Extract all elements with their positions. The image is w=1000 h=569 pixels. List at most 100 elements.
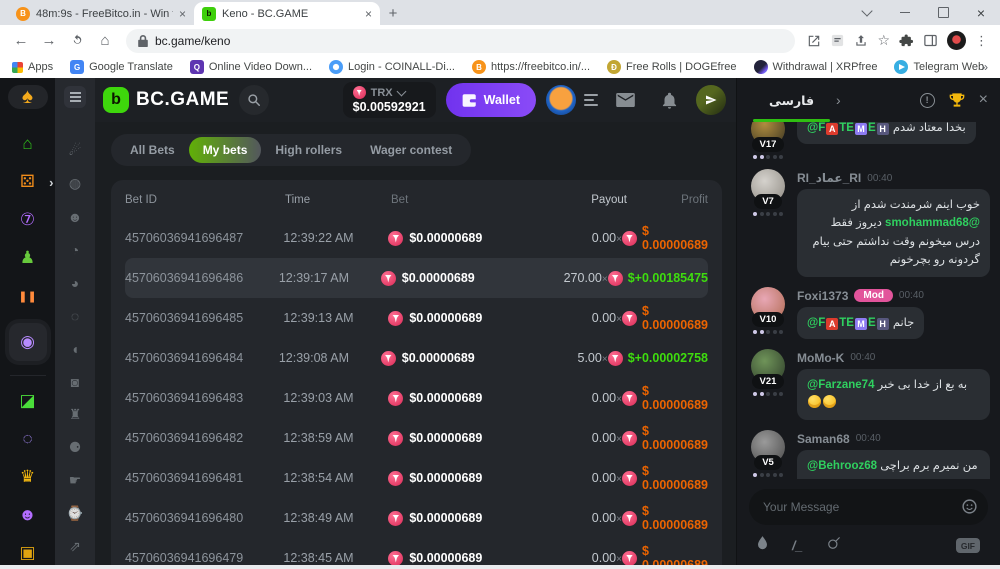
browser-tab[interactable]: B48m:9s - FreeBitco.in - Win free B× [8, 2, 194, 25]
forward-button[interactable]: → [36, 28, 62, 54]
reload-button[interactable] [64, 28, 90, 54]
chat-rules-info-icon[interactable]: ! [920, 93, 935, 108]
chat-close-icon[interactable]: × [979, 92, 988, 108]
bookmark-item[interactable]: Bhttps://freebitco.in/... [472, 60, 590, 74]
table-row[interactable]: 4570603694169648212:38:59 AM$0.000006890… [125, 418, 708, 458]
username-row[interactable]: MoMo-K00:40 [797, 351, 990, 365]
game-item-hand[interactable]: ☛ [69, 464, 82, 497]
sidebar-item-crown[interactable]: ♛ [8, 462, 48, 492]
game-item-smiley-dashed[interactable]: ◌ [71, 299, 79, 332]
browser-profile-avatar[interactable] [947, 31, 966, 50]
trophy-icon[interactable] [949, 92, 965, 108]
currency-selector[interactable]: TRX $0.00592921 [343, 82, 436, 118]
table-row[interactable]: 4570603694169648012:38:49 AM$0.000006890… [125, 498, 708, 538]
game-item-bomb[interactable]: ⚈ [69, 431, 82, 464]
user-avatar[interactable] [546, 85, 576, 115]
table-row[interactable]: 4570603694169648412:39:08 AM$0.000006895… [125, 338, 708, 378]
sidebar-item-monitor[interactable]: ▣ [8, 538, 48, 568]
address-bar[interactable]: bc.game/keno [126, 29, 795, 53]
game-item-drop[interactable]: ◕ [71, 266, 79, 299]
table-row[interactable]: 4570603694169647912:38:45 AM$0.000006890… [125, 538, 708, 565]
sidebar-item-ticket[interactable]: ◪ [8, 386, 48, 416]
window-chevron-button[interactable] [848, 0, 886, 25]
table-row[interactable]: 4570603694169648512:39:13 AM$0.000006890… [125, 298, 708, 338]
mention-link[interactable]: TE [839, 317, 854, 329]
game-item-egg[interactable]: ◖ [71, 332, 79, 365]
sidebar-item-lottery-cards[interactable]: ❚❚ [8, 281, 48, 311]
tab-close-icon[interactable]: × [365, 8, 372, 20]
table-row[interactable]: 4570603694169648112:38:54 AM$0.000006890… [125, 458, 708, 498]
chat-commands-icon[interactable]: /_ [792, 538, 803, 553]
game-item-comet[interactable]: ☄ [69, 134, 82, 167]
wallet-button[interactable]: Wallet [446, 83, 536, 117]
close-window-button[interactable]: × [962, 0, 1000, 25]
bookmark-item[interactable]: QOnline Video Down... [190, 60, 312, 74]
game-item-bird[interactable]: ◔ [71, 233, 79, 266]
table-row[interactable]: 4570603694169648712:39:22 AM$0.000006890… [125, 218, 708, 258]
tab-close-icon[interactable]: × [179, 8, 186, 20]
bookmark-item[interactable]: Login - COINALL-Di... [329, 60, 455, 74]
bookmark-item[interactable]: ÐFree Rolls | DOGEfree [607, 60, 736, 74]
sidebar-hamburger-icon[interactable] [64, 86, 86, 108]
sidebar-item-keno-target[interactable]: ◉ [9, 323, 47, 361]
browser-tab[interactable]: bKeno - BC.GAME× [194, 2, 380, 25]
search-button[interactable] [239, 85, 269, 115]
chat-toggle-button[interactable] [696, 85, 726, 115]
notifications-button[interactable] [652, 85, 686, 115]
bets-tab-all-bets[interactable]: All Bets [116, 137, 189, 163]
bookmarks-overflow-button[interactable]: » [981, 60, 988, 74]
gif-button[interactable]: GIF [956, 538, 980, 553]
username-row[interactable]: Saman6800:40 [797, 432, 990, 446]
spade-logo-icon[interactable]: ♠ [8, 85, 48, 109]
sidebar-item-slots-seven[interactable]: ⑦ [8, 205, 48, 235]
sidebar-item-player[interactable]: ♟ [8, 243, 48, 273]
side-panel-icon[interactable] [923, 33, 938, 48]
sidebar-item-dotted-ring[interactable]: ◌ [8, 424, 48, 454]
mention-link[interactable]: @Farzane74 [807, 379, 874, 391]
new-tab-button[interactable]: + [380, 5, 406, 22]
sidebar-item-masks[interactable]: ☻ [8, 500, 48, 530]
sidebar-item-casino-dice[interactable]: ⚄› [8, 167, 48, 197]
translate-icon[interactable] [830, 33, 845, 48]
table-row[interactable]: 4570603694169648312:39:03 AM$0.000006890… [125, 378, 708, 418]
back-button[interactable]: ← [8, 28, 34, 54]
chat-message-input[interactable] [749, 489, 988, 525]
emoji-picker-icon[interactable] [961, 498, 978, 520]
bookmark-item[interactable]: Withdrawal | XRPfree [754, 60, 878, 74]
bcgame-logo[interactable]: b BC.GAME [103, 87, 229, 113]
mention-link[interactable]: E [868, 122, 876, 134]
sidebar-item-home[interactable]: ⌂ [8, 129, 48, 159]
bets-tab-my-bets[interactable]: My bets [189, 137, 262, 163]
game-item-watch[interactable]: ⌚ [66, 497, 83, 530]
rain-drop-icon[interactable] [757, 536, 768, 555]
game-item-castle[interactable]: ♜ [69, 398, 82, 431]
mention-link[interactable]: @F [807, 122, 825, 134]
game-item-plinko-ball[interactable]: ◍ [69, 167, 81, 200]
account-menu-icon[interactable] [584, 94, 598, 106]
bookmark-item[interactable]: Apps [12, 61, 53, 73]
table-row[interactable]: 4570603694169648612:39:17 AM$0.000006892… [125, 258, 708, 298]
mention-link[interactable]: @smohammad68 [885, 217, 980, 229]
mention-link[interactable]: TE [839, 122, 854, 134]
share-icon[interactable] [854, 34, 868, 48]
home-button[interactable]: ⌂ [92, 28, 118, 54]
chevron-right-icon[interactable]: › [836, 92, 841, 108]
browser-menu-icon[interactable]: ⋮ [975, 33, 988, 49]
minimize-button[interactable] [886, 0, 924, 25]
mention-link[interactable]: E [868, 317, 876, 329]
restore-button[interactable] [924, 0, 962, 25]
game-item-yarn[interactable]: ◙ [71, 365, 79, 398]
mail-button[interactable] [608, 85, 642, 115]
chat-language-tab[interactable]: فارسی [749, 78, 834, 122]
bets-tab-high-rollers[interactable]: High rollers [261, 137, 356, 163]
open-in-new-icon[interactable] [807, 34, 821, 48]
bookmark-item[interactable]: GGoogle Translate [70, 60, 173, 74]
extensions-puzzle-icon[interactable] [899, 33, 914, 48]
mention-link[interactable]: @Behrooz68 [807, 460, 877, 472]
game-item-rocket[interactable]: ⇗ [69, 530, 81, 563]
bets-tab-wager-contest[interactable]: Wager contest [356, 137, 466, 163]
mention-link[interactable]: @F [807, 317, 825, 329]
bottom-scrollbar-strip[interactable] [0, 565, 1000, 569]
coin-flip-icon[interactable] [827, 536, 841, 555]
username-row[interactable]: RI_عماد_RI00:40 [797, 171, 990, 185]
